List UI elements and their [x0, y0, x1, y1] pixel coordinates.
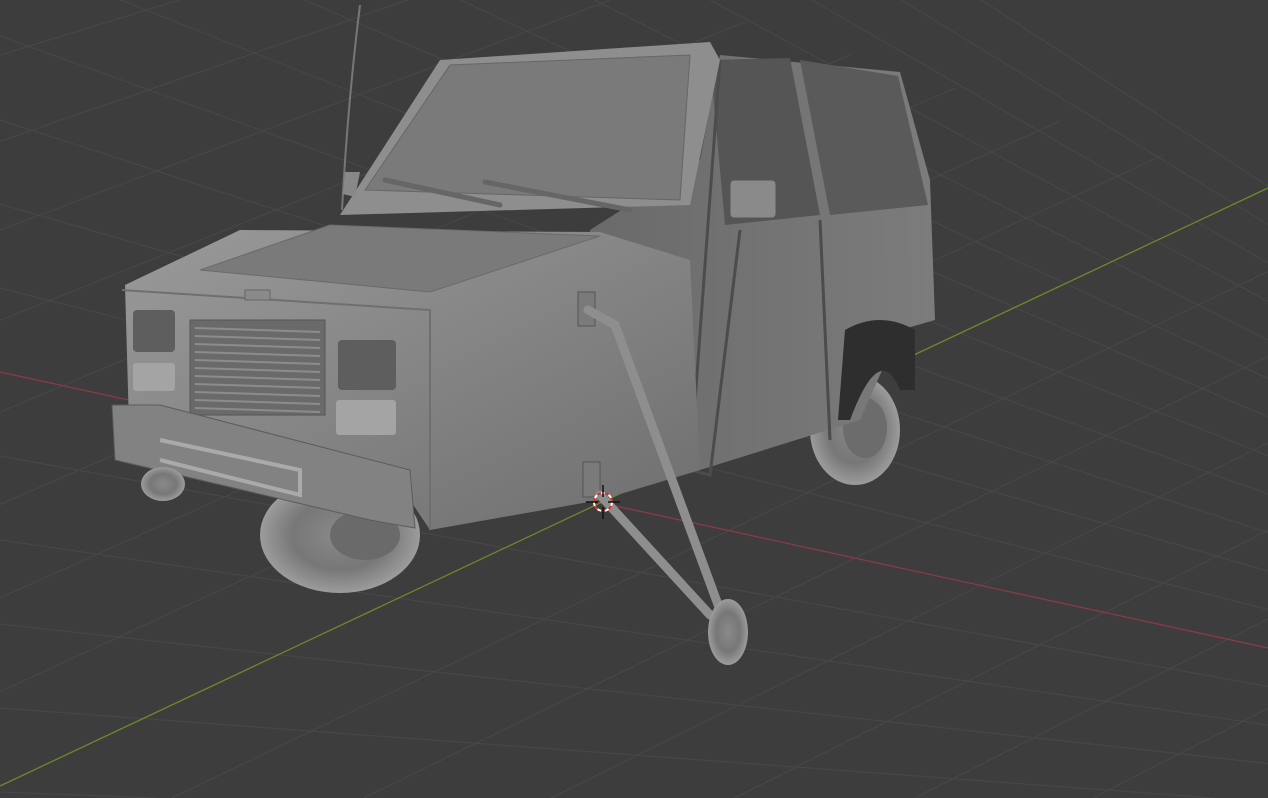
- viewport-canvas[interactable]: [0, 0, 1268, 798]
- grid-line: [0, 0, 408, 142]
- grid-line: [914, 618, 1268, 798]
- headlight-right: [338, 340, 396, 390]
- grid-line: [0, 0, 180, 56]
- headlight-left: [133, 310, 175, 352]
- training-wheel: [708, 599, 748, 665]
- grid-line: [0, 455, 1268, 687]
- grid-line: [0, 707, 1215, 798]
- 3d-viewport[interactable]: [0, 0, 1268, 798]
- van-model[interactable]: [111, 4, 935, 665]
- grid-line: [0, 623, 1268, 764]
- indicator-right: [336, 400, 396, 435]
- grid-line: [980, 0, 1268, 187]
- grid-line: [734, 530, 1268, 798]
- grid-line: [550, 442, 1268, 798]
- grid-line: [0, 791, 157, 798]
- small-front-wheel: [141, 467, 185, 501]
- side-mirror: [729, 179, 777, 219]
- windshield: [364, 54, 691, 201]
- grid-line: [1092, 707, 1268, 798]
- grid-line: [0, 539, 1268, 726]
- hood-badge: [244, 289, 271, 301]
- indicator-left: [133, 363, 175, 391]
